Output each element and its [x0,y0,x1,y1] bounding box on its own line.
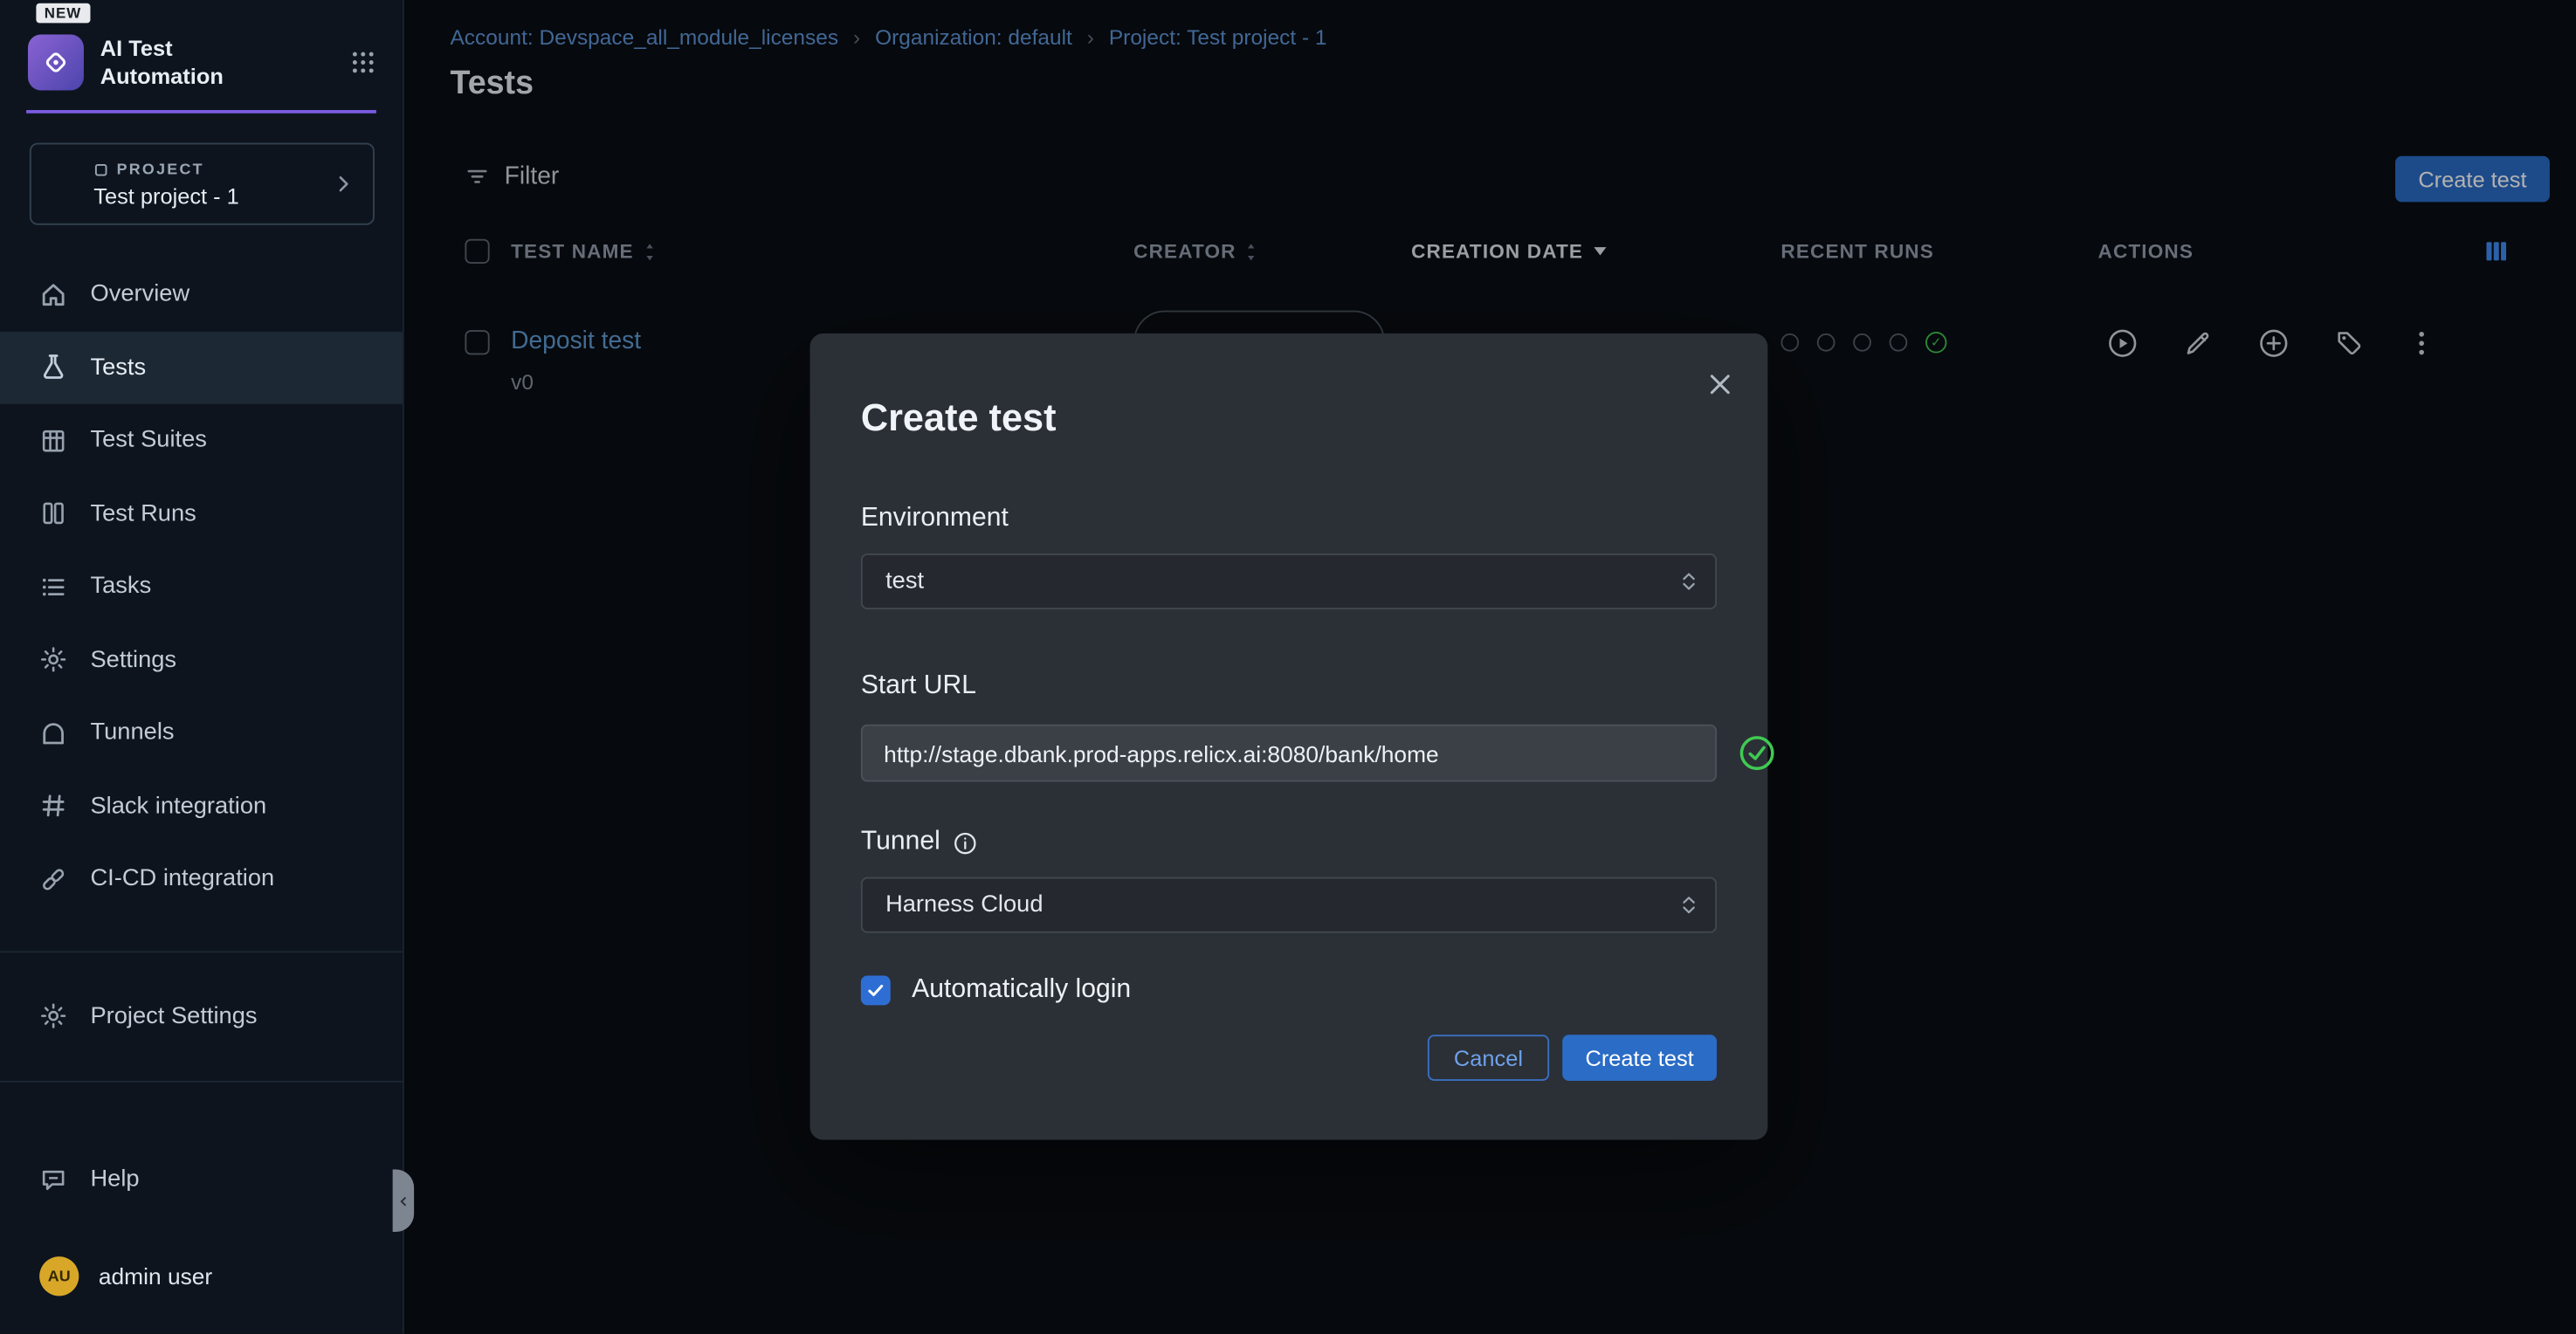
sidebar-item-tunnels[interactable]: Tunnels [0,697,403,770]
auto-login-checkbox[interactable] [861,976,891,1006]
sidebar-item-label: Slack integration [90,793,266,819]
environment-label: Environment [861,505,1717,534]
app-title: AI Test Automation [100,35,350,91]
help-chat-icon [39,1166,67,1193]
environment-value: test [885,568,924,595]
sidebar-item-test-runs[interactable]: Test Runs [0,478,403,551]
gear-icon [39,1002,67,1030]
start-url-label: Start URL [861,671,1717,701]
main-content: Account: Devspace_all_module_licenses › … [404,0,2576,1334]
sidebar-item-tests[interactable]: Tests [0,331,403,404]
tunnel-select[interactable]: Harness Cloud [861,877,1717,933]
sidebar-item-project-settings[interactable]: Project Settings [0,980,403,1053]
info-icon[interactable] [954,830,978,855]
flask-icon [39,354,67,382]
sidebar-item-label: Test Suites [90,428,206,454]
tunnel-value: Harness Cloud [885,892,1043,918]
apps-grid-icon[interactable] [350,49,376,75]
sidebar-bottom: Help AU admin user [0,1145,403,1310]
create-test-modal: Create test Environment test Start URL [810,334,1768,1140]
sidebar-item-tasks[interactable]: Tasks [0,550,403,623]
sidebar-item-label: Tunnels [90,720,174,746]
modal-title: Create test [861,334,1717,442]
sidebar-divider [0,950,403,952]
sidebar-item-label: CI-CD integration [90,866,274,892]
sidebar-item-test-suites[interactable]: Test Suites [0,404,403,478]
url-valid-check-icon [1739,734,1776,772]
cancel-button[interactable]: Cancel [1428,1035,1549,1081]
select-chevrons-icon [1679,568,1699,595]
sidebar-item-label: Tests [90,354,146,381]
app-logo-icon [28,35,84,91]
sidebar-item-label: Project Settings [90,1003,257,1029]
sidebar: NEW AI Test Automation [0,0,404,1334]
modal-buttons: Cancel Create test [861,1035,1717,1081]
home-icon [39,280,67,308]
start-url-input[interactable] [861,725,1717,782]
new-badge: NEW [36,3,89,24]
sidebar-item-overview[interactable]: Overview [0,258,403,331]
sidebar-divider [0,1081,403,1083]
sidebar-item-slack-integration[interactable]: Slack integration [0,769,403,842]
sidebar-item-label: Tasks [90,574,151,600]
select-chevrons-icon [1679,892,1699,918]
start-url-wrap [861,725,1717,782]
sidebar-item-label: Test Runs [90,500,196,526]
close-icon[interactable] [1700,365,1739,404]
sidebar-collapse-handle[interactable] [393,1170,414,1232]
auto-login-row: Automatically login [861,976,1717,1006]
link-icon [39,865,67,893]
columns-run-icon [39,499,67,527]
tunnel-icon [39,719,67,747]
modal-create-test-button[interactable]: Create test [1562,1035,1717,1081]
sidebar-item-settings[interactable]: Settings [0,623,403,697]
tunnel-label: Tunnel [861,828,1717,857]
sidebar-item-label: Settings [90,647,176,673]
environment-select[interactable]: test [861,554,1717,609]
sidebar-item-cicd-integration[interactable]: CI-CD integration [0,842,403,916]
user-name: admin user [99,1263,212,1289]
project-card-label: PROJECT [117,160,204,178]
project-selector[interactable]: PROJECT Test project - 1 [30,143,375,225]
sidebar-item-help[interactable]: Help [0,1145,403,1214]
sidebar-item-label: Help [90,1166,139,1193]
sidebar-item-label: Overview [90,281,189,307]
grid-icon [39,427,67,455]
gear-icon [39,646,67,674]
avatar: AU [39,1256,79,1296]
slack-icon [39,792,67,820]
project-icon [93,162,108,176]
user-menu[interactable]: AU admin user [0,1241,403,1310]
brand-underline [26,110,376,113]
auto-login-label: Automatically login [912,976,1131,1006]
app-viewport: NEW AI Test Automation [0,0,2576,1334]
list-icon [39,573,67,601]
sidebar-nav: Overview Tests Test Suites Test Runs [0,258,403,915]
chevron-right-icon [332,173,355,196]
